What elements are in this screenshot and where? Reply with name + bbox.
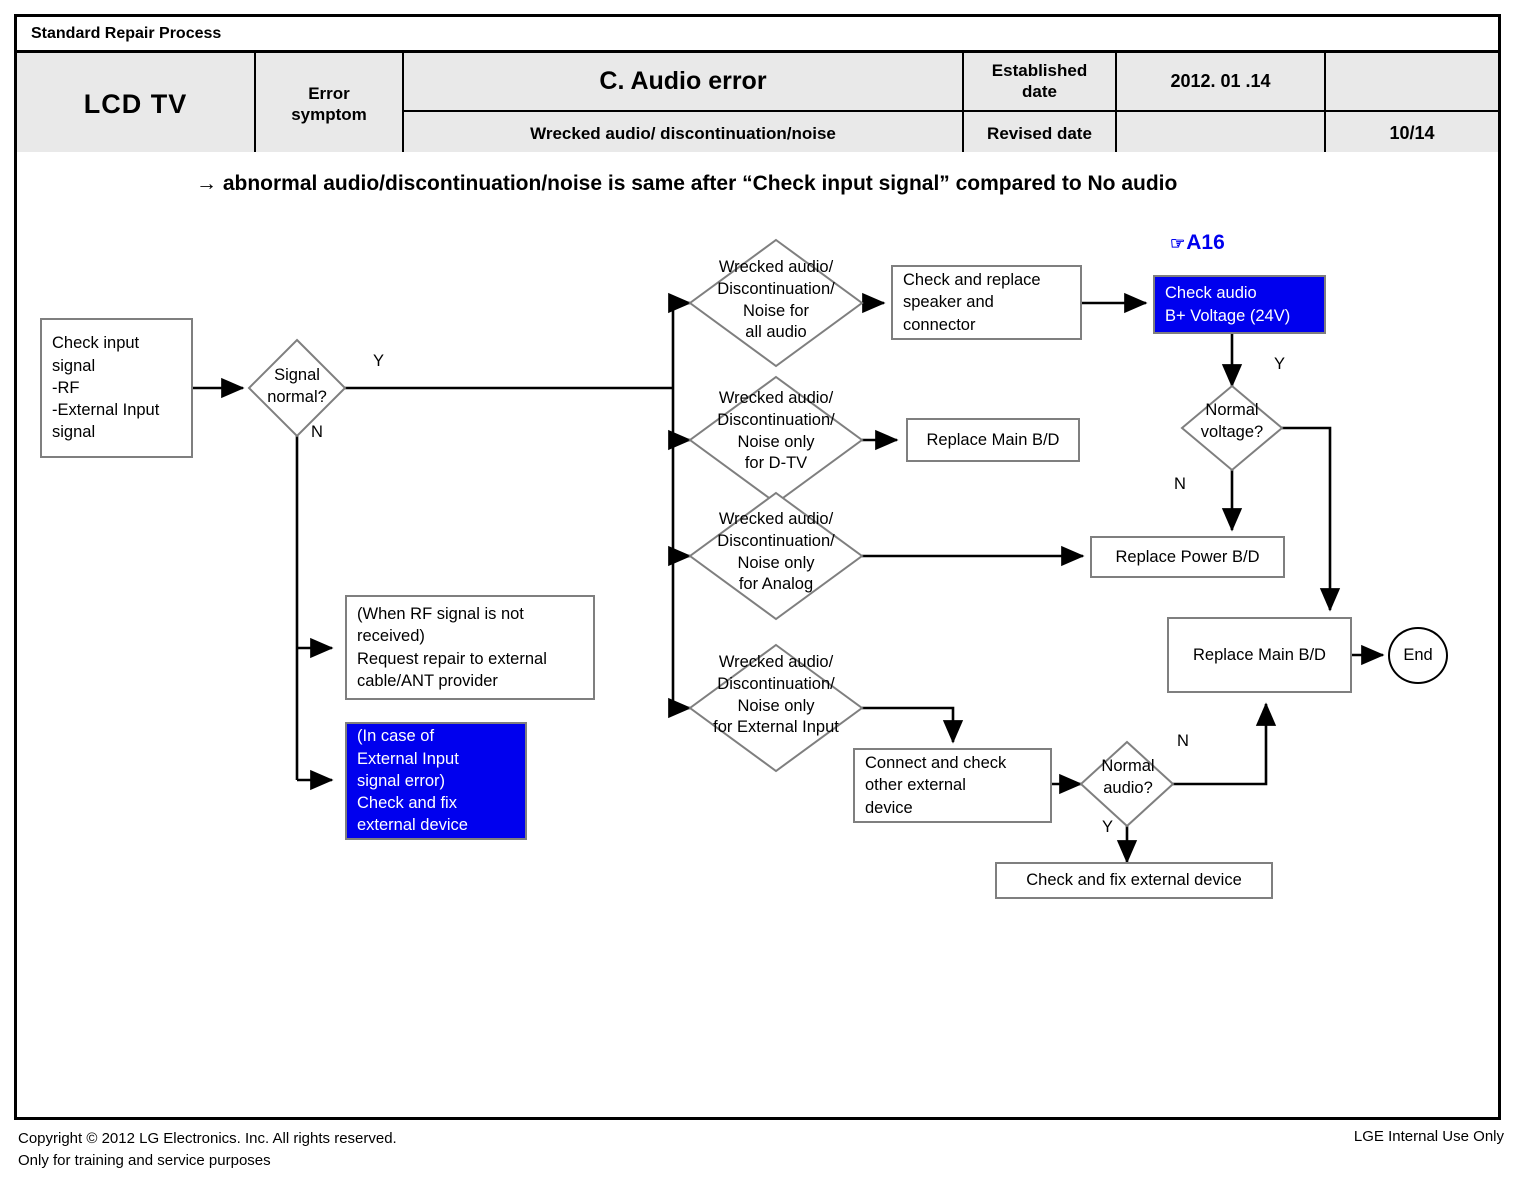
established-date-label-line1: Established (991, 61, 1088, 81)
node-check-fix-external-device: Check and fix external device (995, 862, 1273, 899)
header-process-row: Standard Repair Process (17, 17, 1498, 53)
node-end: End (1388, 627, 1448, 684)
revised-date-label: Revised date (987, 123, 1092, 143)
error-symptom-label-line1: Error (308, 83, 350, 103)
edge-label-signal-normal-yes: Y (373, 352, 385, 370)
node-replace-main-bd-right: Replace Main B/D (1167, 617, 1352, 693)
node-replace-main-bd-top: Replace Main B/D (906, 418, 1080, 462)
header-info-grid: LCD TV Error symptom C. Audio error Wrec… (17, 53, 1498, 155)
established-date-value: 2012. 01 .14 (1117, 53, 1324, 113)
error-symptom-label-line2: symptom (291, 105, 367, 124)
node-check-replace-speaker: Check and replace speaker and connector (891, 265, 1082, 340)
date-labels-cell: Established date Revised date (964, 53, 1117, 155)
repair-process-page: Standard Repair Process LCD TV Error sym… (0, 0, 1518, 1193)
error-symptom-label-cell: Error symptom (256, 53, 404, 155)
page-number: 10/14 (1389, 123, 1435, 144)
error-title: C. Audio error (404, 53, 962, 113)
edge-label-normal-voltage-yes: Y (1274, 355, 1286, 373)
node-check-input-signal: Check input signal -RF -External Input s… (40, 318, 193, 458)
page-cell-top (1326, 53, 1498, 113)
header-table: Standard Repair Process LCD TV Error sym… (14, 14, 1501, 158)
diagram-subtitle: → abnormal audio/discontinuation/noise i… (196, 172, 1178, 195)
process-label: Standard Repair Process (31, 24, 222, 42)
reference-tag-a16: ☞A16 (1170, 231, 1225, 255)
established-date-label-line2: date (1022, 81, 1057, 101)
node-external-input-signal-error: (In case of External Input signal error)… (345, 722, 527, 840)
footer-copyright: Copyright © 2012 LG Electronics. Inc. Al… (18, 1128, 397, 1172)
node-replace-power-bd: Replace Power B/D (1090, 536, 1285, 578)
error-subtitle: Wrecked audio/ discontinuation/noise (530, 123, 836, 143)
pointing-hand-icon: ☞ (1170, 234, 1186, 253)
footer-copyright-line1: Copyright © 2012 LG Electronics. Inc. Al… (18, 1130, 397, 1147)
established-date-label: Established date (964, 53, 1115, 113)
page-cell: 10/14 (1326, 53, 1498, 155)
edge-label-normal-audio-yes: Y (1102, 818, 1114, 836)
footer-internal-use: LGE Internal Use Only (1353, 1128, 1504, 1145)
revised-date-value (1117, 112, 1324, 155)
edge-label-normal-voltage-no: N (1174, 475, 1186, 493)
node-check-audio-b-plus-voltage: Check audio B+ Voltage (24V) (1153, 275, 1326, 334)
node-rf-not-received: (When RF signal is not received) Request… (345, 595, 595, 700)
date-values-cell: 2012. 01 .14 (1117, 53, 1326, 155)
reference-tag-label: A16 (1186, 231, 1225, 254)
error-title-cell: C. Audio error Wrecked audio/ discontinu… (404, 53, 964, 155)
footer-copyright-line2: Only for training and service purposes (18, 1151, 271, 1169)
model-cell: LCD TV (17, 53, 256, 155)
edge-label-normal-audio-no: N (1177, 732, 1189, 750)
node-connect-check-other-device: Connect and check other external device (853, 748, 1052, 823)
page-footer: Copyright © 2012 LG Electronics. Inc. Al… (14, 1124, 1504, 1188)
edge-label-signal-normal-no: N (311, 423, 323, 441)
